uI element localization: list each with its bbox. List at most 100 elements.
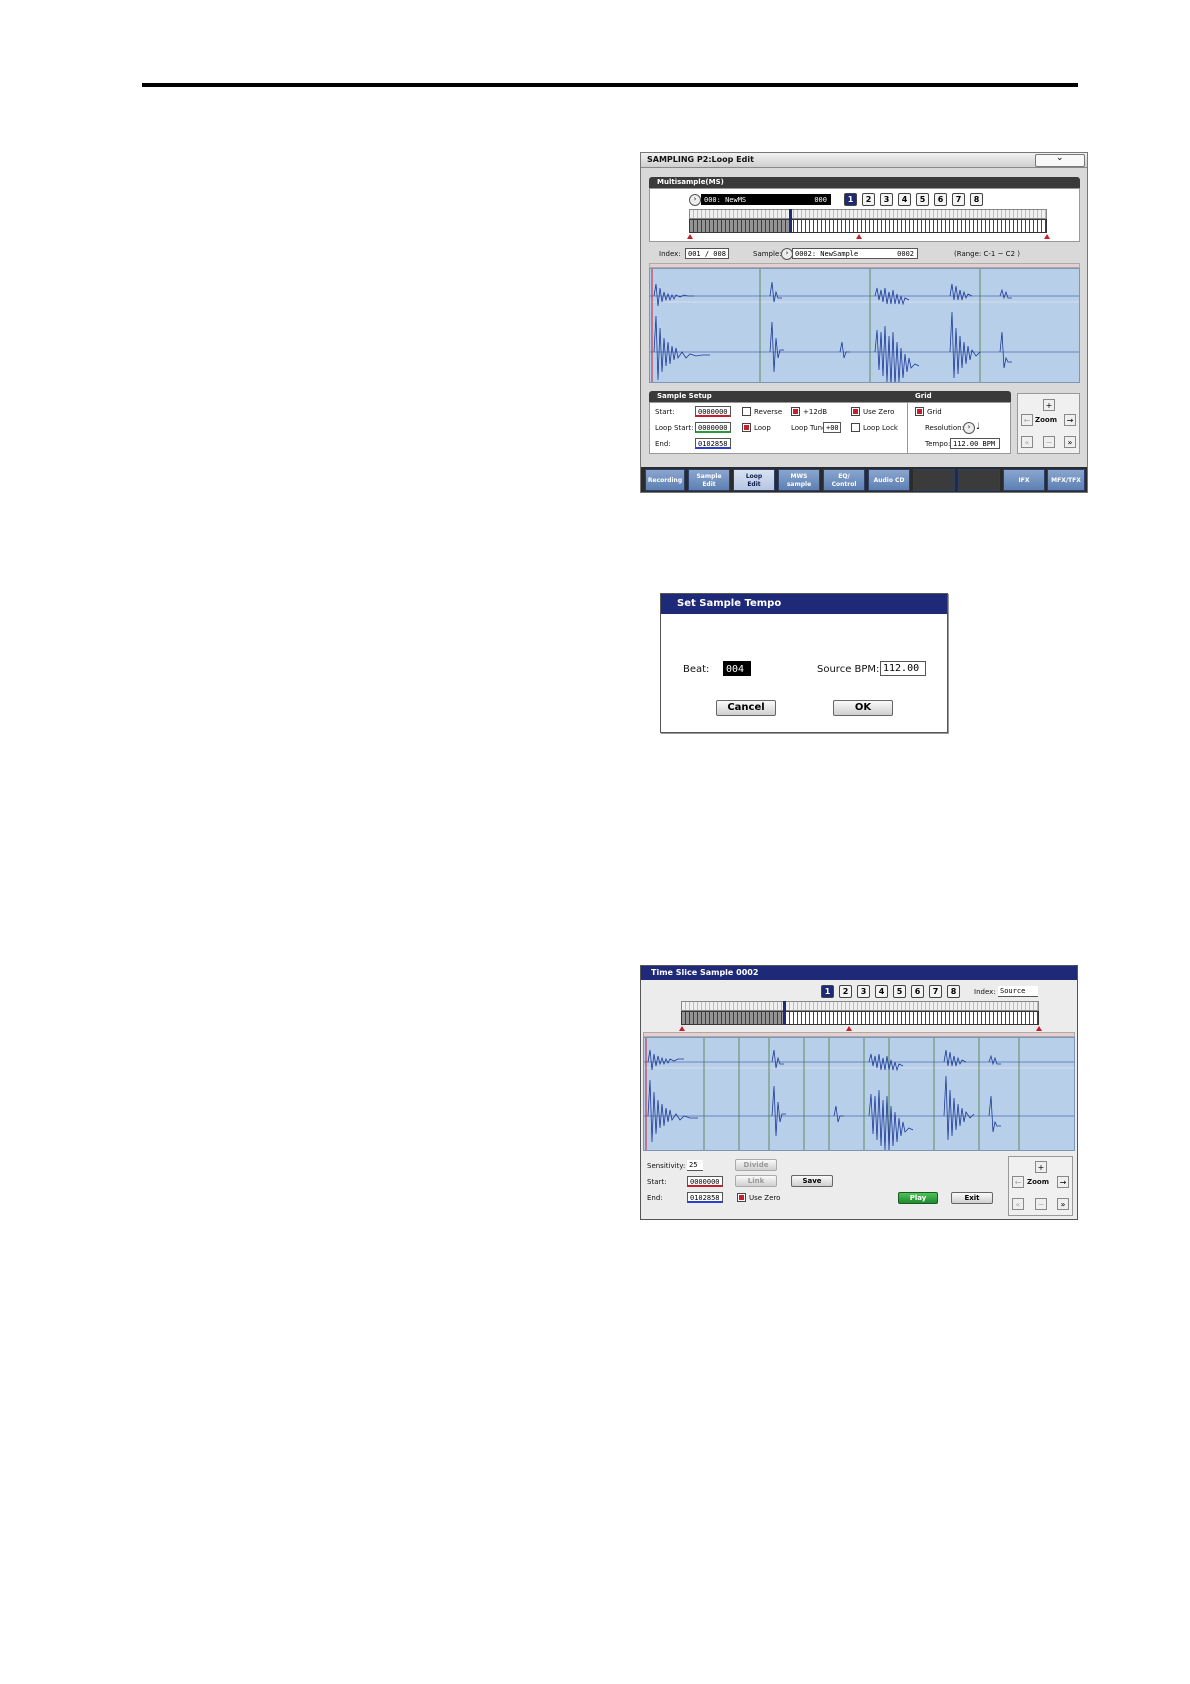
start-label: Start: [655,408,675,416]
ms-name-field[interactable]: 000: NewMS 000 [701,194,831,205]
index-label: Index: [659,250,681,258]
slice-index-field[interactable]: Source [998,986,1038,997]
ms-button-3[interactable]: 3 [880,193,893,206]
slice-button-4[interactable]: 4 [875,985,888,998]
waveform-view[interactable] [649,268,1080,383]
slice-zoom-in-horizontal-button[interactable]: → [1057,1176,1069,1188]
sensitivity-label: Sensitivity: [647,1162,686,1170]
slice-button-7[interactable]: 7 [929,985,942,998]
tab-mws-sample[interactable]: MWS sample [778,469,820,491]
slice-button-1[interactable]: 1 [821,985,834,998]
resolution-label: Resolution: [925,424,964,432]
slice-start-field[interactable]: 0000000 [687,1176,723,1187]
resolution-select-arrow[interactable]: › [963,422,975,434]
slice-button-3[interactable]: 3 [857,985,870,998]
ms-button-6[interactable]: 6 [934,193,947,206]
slice-end-field[interactable]: 0102858 [687,1192,723,1203]
exit-button[interactable]: Exit [951,1192,993,1204]
use-zero-checkbox[interactable] [851,407,860,416]
divide-button[interactable]: Divide [735,1159,777,1171]
ms-button-2[interactable]: 2 [862,193,875,206]
key-range-bar [689,209,1047,219]
slice-range-marker-mid [846,1026,852,1031]
tab-eq-control[interactable]: EQ/Control [823,469,865,491]
multisample-header: Multisample(MS) [649,177,1080,188]
beat-label: Beat: [683,664,710,675]
time-slice-screen: Time Slice Sample 0002 1 2 3 4 5 6 7 8 I… [640,965,1078,1220]
slice-end-label: End: [647,1194,663,1202]
zoom-out-horizontal-button[interactable]: ← [1021,414,1033,426]
slice-scroll-start-button[interactable]: « [1012,1198,1024,1210]
zoom-in-vertical-button[interactable]: + [1043,399,1055,411]
slice-use-zero-checkbox[interactable] [737,1193,746,1202]
loop-checkbox[interactable] [742,423,751,432]
ms-button-7[interactable]: 7 [952,193,965,206]
cancel-button[interactable]: Cancel [716,700,776,716]
tab-audio-cd[interactable]: Audio CD [868,469,910,491]
grid-label: Grid [927,408,942,416]
zoom-in-horizontal-button[interactable]: → [1064,414,1076,426]
slice-button-2[interactable]: 2 [839,985,852,998]
loop-edit-screen: SAMPLING P2:Loop Edit ⌄ Multisample(MS) … [640,152,1088,493]
use-zero-label: Use Zero [863,408,895,416]
range-marker-left [687,234,693,239]
plus12db-checkbox[interactable] [791,407,800,416]
slice-zoom-out-vertical-button[interactable]: − [1035,1198,1047,1210]
tab-sample-edit[interactable]: Sample Edit [688,469,730,491]
loop-tune-field[interactable]: +00 [823,422,841,433]
page-menu-button[interactable]: ⌄ [1035,153,1085,167]
link-button[interactable]: Link [735,1175,777,1187]
loop-start-label: Loop Start: [655,424,694,432]
ms-button-1[interactable]: 1 [844,193,857,206]
sample-name-field[interactable]: 0002: NewSample 0002 [792,248,918,259]
grid-header: Grid [907,391,1011,402]
zoom-out-vertical-button[interactable]: − [1043,436,1055,448]
play-button[interactable]: Play [898,1192,938,1204]
slice-button-8[interactable]: 8 [947,985,960,998]
slice-zoom-in-vertical-button[interactable]: + [1035,1161,1047,1173]
beat-field[interactable]: 004 [723,661,751,676]
title-bar: SAMPLING P2:Loop Edit ⌄ [641,153,1087,168]
slice-index-label: Index: [974,988,996,996]
scroll-end-button[interactable]: » [1064,436,1076,448]
slice-button-6[interactable]: 6 [911,985,924,998]
slice-use-zero-label: Use Zero [749,1194,781,1202]
slice-start-label: Start: [647,1178,667,1186]
tab-empty-2 [958,469,1000,491]
scroll-start-button[interactable]: « [1021,436,1033,448]
loop-lock-checkbox[interactable] [851,423,860,432]
ms-select-arrow[interactable]: › [689,194,701,206]
slice-waveform-view[interactable] [643,1037,1075,1151]
slice-zoom-out-horizontal-button[interactable]: ← [1012,1176,1024,1188]
reverse-label: Reverse [754,408,783,416]
start-field[interactable]: 0000000 [695,406,731,417]
slice-scroll-end-button[interactable]: » [1057,1198,1069,1210]
source-bpm-label: Source BPM: [817,664,880,675]
ms-button-8[interactable]: 8 [970,193,983,206]
sample-setup-header: Sample Setup [649,391,920,402]
grid-checkbox[interactable] [915,407,924,416]
page-top-rule [142,83,1078,87]
time-slice-title: Time Slice Sample 0002 [641,966,1077,980]
tempo-field[interactable]: 112.00 BPM [950,438,1000,449]
tab-ifx[interactable]: IFX [1003,469,1045,491]
ms-button-5[interactable]: 5 [916,193,929,206]
ok-button[interactable]: OK [833,700,893,716]
ms-button-4[interactable]: 4 [898,193,911,206]
index-field[interactable]: 001 / 008 [685,248,729,259]
slice-original-key-marker [783,1001,786,1025]
sensitivity-field[interactable]: 25 [687,1160,703,1171]
page-title: SAMPLING P2:Loop Edit [647,155,754,164]
slice-button-5[interactable]: 5 [893,985,906,998]
tab-empty-1 [913,469,955,491]
end-field[interactable]: 0102858 [695,438,731,449]
tab-loop-edit[interactable]: Loop Edit [733,469,775,491]
tab-recording[interactable]: Recording [645,469,685,491]
source-bpm-field[interactable]: 112.00 [880,661,926,676]
zoom-label: Zoom [1035,416,1057,424]
loop-start-field[interactable]: 0000000 [695,422,731,433]
range-marker-mid [856,234,862,239]
reverse-checkbox[interactable] [742,407,751,416]
tab-mfx-tfx[interactable]: MFX/TFX [1047,469,1085,491]
save-button[interactable]: Save [791,1175,833,1187]
